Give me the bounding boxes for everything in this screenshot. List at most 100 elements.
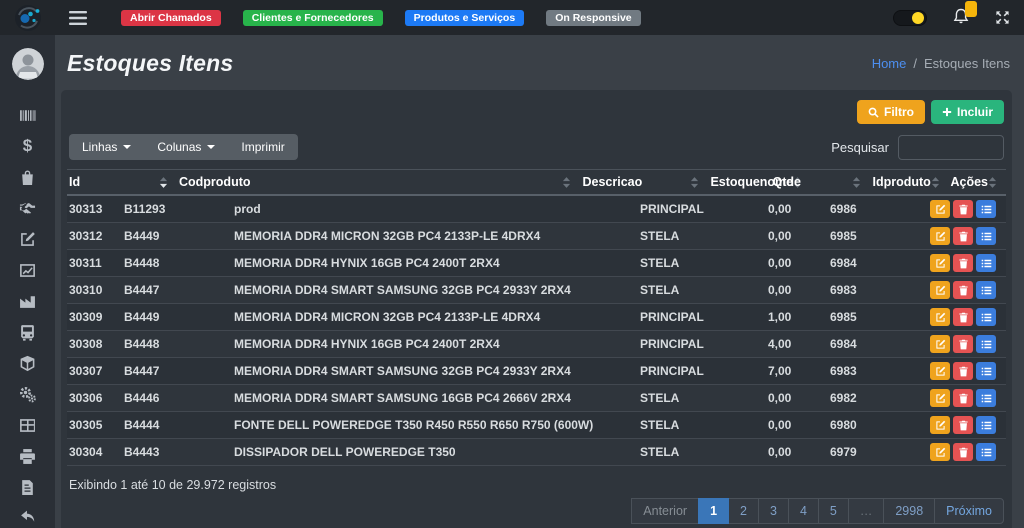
cell-idproduto: 6986 — [828, 196, 928, 222]
details-button[interactable] — [976, 281, 996, 299]
list-icon — [981, 231, 992, 242]
delete-button[interactable] — [953, 389, 973, 407]
hamburger-menu-button[interactable] — [69, 11, 87, 25]
list-icon — [981, 339, 992, 350]
cell-estoquenome: STELA — [638, 385, 766, 411]
topbar-menu-button[interactable]: Abrir Chamados — [121, 10, 221, 26]
cell-qtde: 0,00 — [766, 196, 828, 222]
main-area: Abrir Chamados Clientes e Fornecedores P… — [55, 0, 1024, 528]
sort-icon — [159, 176, 168, 189]
column-header[interactable]: Descricao — [580, 170, 708, 194]
details-button[interactable] — [976, 227, 996, 245]
user-avatar[interactable] — [12, 48, 44, 80]
list-icon — [981, 285, 992, 296]
print-button[interactable]: Imprimir — [228, 134, 297, 160]
page-button[interactable]: 4 — [788, 498, 819, 524]
edit-button[interactable] — [930, 254, 950, 272]
topbar-menu-button[interactable]: Produtos e Serviços — [405, 10, 525, 26]
bus-icon[interactable] — [19, 323, 37, 341]
column-header[interactable]: Estoquenome — [708, 170, 770, 194]
cell-idproduto: 6985 — [828, 304, 928, 330]
details-button[interactable] — [976, 416, 996, 434]
fullscreen-button[interactable] — [995, 10, 1010, 25]
shopping-bag-icon[interactable] — [19, 168, 37, 186]
delete-button[interactable] — [953, 254, 973, 272]
page-button[interactable]: 2998 — [883, 498, 935, 524]
edit-button[interactable] — [930, 227, 950, 245]
handshake-icon[interactable] — [19, 199, 37, 217]
delete-button[interactable] — [953, 281, 973, 299]
details-button[interactable] — [976, 362, 996, 380]
edit-button[interactable] — [930, 443, 950, 461]
details-button[interactable] — [976, 308, 996, 326]
table-row: 30311 B4448 MEMORIA DDR4 HYNIX 16GB PC4 … — [67, 250, 1006, 277]
details-button[interactable] — [976, 443, 996, 461]
edit-button[interactable] — [930, 389, 950, 407]
delete-button[interactable] — [953, 308, 973, 326]
filter-button[interactable]: Filtro — [857, 100, 925, 124]
page-button[interactable]: 2 — [728, 498, 759, 524]
cell-idproduto: 6979 — [828, 439, 928, 465]
notifications-button[interactable] — [953, 8, 969, 28]
page-button: Anterior — [631, 498, 699, 524]
undo-icon[interactable] — [19, 509, 37, 527]
cell-id: 30310 — [67, 277, 122, 303]
column-header[interactable]: Qtde — [770, 170, 870, 194]
column-header[interactable]: Id — [67, 170, 177, 194]
app-root: $ — [0, 0, 1024, 528]
details-button[interactable] — [976, 389, 996, 407]
delete-button[interactable] — [953, 200, 973, 218]
details-button[interactable] — [976, 335, 996, 353]
cell-actions — [928, 439, 1006, 465]
cogs-icon[interactable] — [19, 385, 37, 403]
box-icon[interactable] — [19, 354, 37, 372]
cell-idproduto: 6984 — [828, 250, 928, 276]
column-header[interactable]: Idproduto — [870, 170, 948, 194]
details-button[interactable] — [976, 254, 996, 272]
chart-line-icon[interactable] — [19, 261, 37, 279]
edit-icon[interactable] — [19, 230, 37, 248]
records-summary: Exibindo 1 até 10 de 29.972 registros — [67, 478, 1006, 492]
cell-id: 30306 — [67, 385, 122, 411]
file-document-icon[interactable] — [19, 478, 37, 496]
delete-button[interactable] — [953, 335, 973, 353]
delete-button[interactable] — [953, 416, 973, 434]
table-icon[interactable] — [19, 416, 37, 434]
theme-toggle[interactable] — [893, 10, 927, 26]
page-button[interactable]: 3 — [758, 498, 789, 524]
topbar-menu-button[interactable]: On Responsive — [546, 10, 640, 26]
print-icon[interactable] — [19, 447, 37, 465]
rows-dropdown-button[interactable]: Linhas — [69, 134, 144, 160]
app-logo[interactable] — [0, 0, 55, 35]
page-button[interactable]: 1 — [698, 498, 729, 524]
cell-estoquenome: STELA — [638, 412, 766, 438]
topbar-menu-button[interactable]: Clientes e Fornecedores — [243, 10, 383, 26]
page-button[interactable]: Próximo — [934, 498, 1004, 524]
industry-icon[interactable] — [19, 292, 37, 310]
column-header[interactable]: Codproduto — [177, 170, 580, 194]
delete-button[interactable] — [953, 227, 973, 245]
edit-button[interactable] — [930, 335, 950, 353]
details-button[interactable] — [976, 200, 996, 218]
cell-id: 30308 — [67, 331, 122, 357]
edit-button[interactable] — [930, 281, 950, 299]
breadcrumb-home-link[interactable]: Home — [872, 56, 907, 71]
edit-button[interactable] — [930, 200, 950, 218]
delete-button[interactable] — [953, 443, 973, 461]
delete-button[interactable] — [953, 362, 973, 380]
top-navbar: Abrir Chamados Clientes e Fornecedores P… — [55, 0, 1024, 35]
dollar-icon[interactable]: $ — [19, 137, 37, 155]
stock-items-table: Id Codproduto — [67, 169, 1006, 466]
column-header[interactable]: Ações — [948, 170, 1006, 194]
trash-icon — [958, 204, 969, 215]
toggle-knob — [912, 12, 924, 24]
edit-button[interactable] — [930, 416, 950, 434]
barcode-icon[interactable] — [19, 106, 37, 124]
page-button[interactable]: 5 — [818, 498, 849, 524]
include-button[interactable]: Incluir — [931, 100, 1004, 124]
edit-button[interactable] — [930, 362, 950, 380]
edit-button[interactable] — [930, 308, 950, 326]
columns-dropdown-button[interactable]: Colunas — [144, 134, 228, 160]
search-input[interactable] — [898, 135, 1004, 160]
cell-estoquenome: PRINCIPAL — [638, 304, 766, 330]
